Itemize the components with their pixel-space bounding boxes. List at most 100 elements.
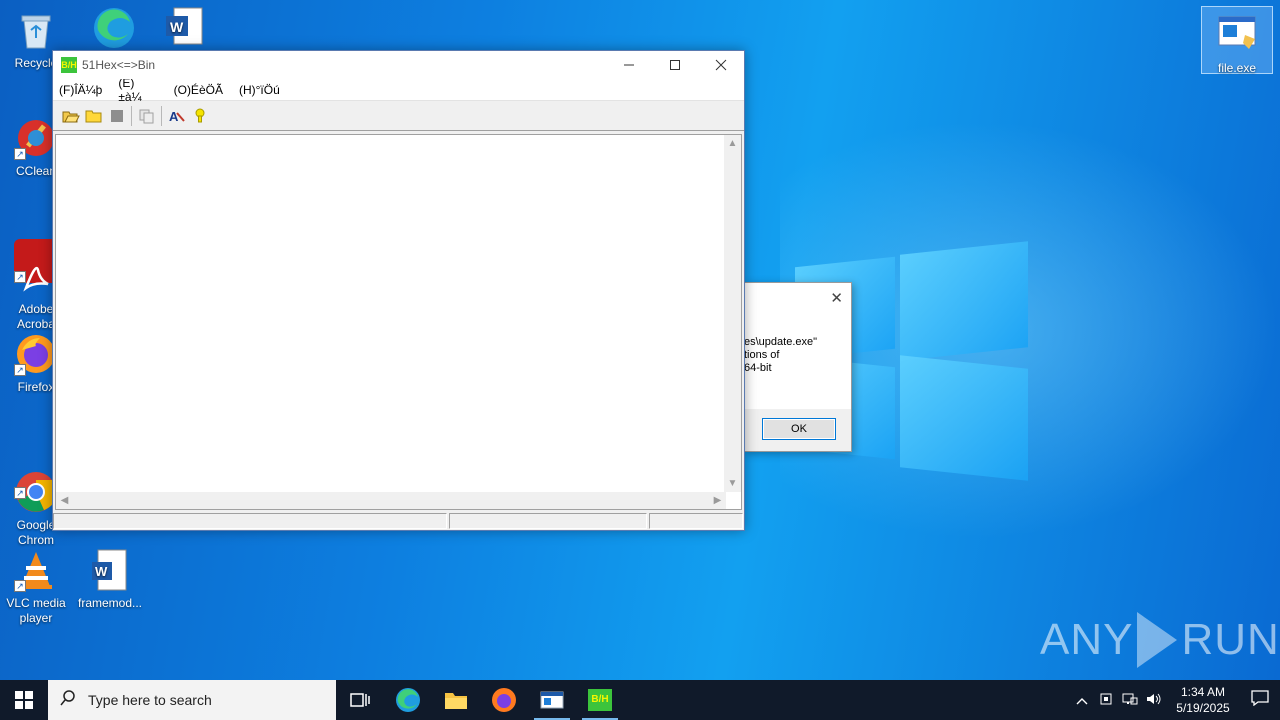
copy-icon [139,109,153,123]
menu-options[interactable]: (O)ÉèÖÃ [174,83,231,97]
task-view-button[interactable] [336,680,384,720]
ok-button[interactable]: OK [762,418,836,440]
menu-help[interactable]: (H)°ïÖú [239,83,288,97]
close-icon[interactable]: ✕ [830,289,843,307]
toolbar-separator [161,105,162,126]
message-box-dialog: ✕ es\update.exe" tions of 64-bit OK [744,282,852,452]
toolbar-separator [131,105,132,126]
open-button[interactable] [59,105,82,127]
anyrun-watermark: ANY RUN [1040,612,1280,668]
svg-text:W: W [170,19,184,35]
play-icon [1137,612,1178,668]
message-box-footer: OK [744,409,851,451]
word-icon: W [162,4,206,48]
copy-button[interactable] [135,105,158,127]
help-icon [195,108,204,122]
desktop-icon-edge[interactable] [76,4,148,52]
firefox-icon [492,688,516,712]
open-icon [62,111,80,122]
toolbar: A [53,101,744,131]
status-pane [449,513,647,529]
menu-edit[interactable]: (E)±à¼­ [118,76,165,104]
watermark-left: ANY [1040,615,1134,664]
recycle-bin-icon [14,8,58,52]
taskbar-firefox[interactable] [480,680,528,720]
shortcut-arrow-icon: ↗ [14,580,26,592]
search-icon [60,689,82,711]
clock-date: 5/19/2025 [1176,701,1230,715]
status-pane [53,513,447,529]
status-pane [649,513,743,529]
task-view-icon [350,693,370,707]
clock-time: 1:34 AM [1180,685,1226,699]
taskbar-edge[interactable] [384,680,432,720]
taskbar-51hex[interactable]: B/H [576,680,624,720]
message-line: 64-bit [744,362,772,374]
taskbar: Type here to search B/H 1:34 AM 5/19/202… [0,680,1280,720]
vlc-icon: ↗ [14,548,58,592]
shortcut-arrow-icon: ↗ [14,487,26,499]
vertical-scrollbar[interactable]: ▲ ▼ [724,135,741,492]
about-icon: A [169,109,185,124]
maximize-button[interactable] [652,51,698,79]
shortcut-arrow-icon: ↗ [14,148,26,160]
word-doc-icon: W [88,548,132,592]
desktop: Recycle W ↗ CClean ↗ Adobe Acroba ↗ Fire… [0,0,1280,680]
device-icon[interactable] [1094,692,1118,709]
edge-icon [90,4,134,48]
message-line: tions of [744,349,780,361]
scroll-right-icon[interactable]: ▶ [709,492,726,509]
title-bar[interactable]: B/H 51Hex<=>Bin [53,51,744,79]
stop-button[interactable] [105,105,128,127]
windows-start-icon [15,691,33,709]
folder-icon [445,693,467,709]
svg-text:W: W [95,564,108,579]
app-window: B/H 51Hex<=>Bin (F)ÎÄ¼þ (E)±à¼­ (O)ÉèÖÃ … [52,50,745,531]
search-box[interactable]: Type here to search [48,680,336,720]
window-app-icon [540,691,564,709]
notification-icon [1251,690,1269,707]
desktop-icon-label: framemod... [77,596,143,610]
notification-button[interactable] [1240,690,1280,710]
taskbar-file-explorer[interactable] [432,680,480,720]
clock[interactable]: 1:34 AM 5/19/2025 [1166,684,1240,716]
message-text: es\update.exe" tions of 64-bit [744,336,817,375]
scroll-down-icon[interactable]: ▼ [724,475,741,492]
close-button[interactable] [698,51,744,79]
app-icon: B/H [61,57,77,73]
svg-text:A: A [169,109,179,124]
desktop-icon-word[interactable]: W [148,4,220,52]
system-tray: 1:34 AM 5/19/2025 [1070,680,1280,720]
message-line: es\update.exe" [744,336,818,348]
network-icon[interactable] [1118,692,1142,709]
desktop-icon-label: VLC media player [6,596,66,625]
horizontal-scrollbar[interactable]: ◀ ▶ [56,492,726,509]
editor-area[interactable]: ▲ ▼ ◀ ▶ [55,134,742,510]
scroll-up-icon[interactable]: ▲ [724,135,741,152]
menu-file[interactable]: (F)ÎÄ¼þ [59,83,110,97]
close-icon [715,59,727,71]
desktop-icon-label: file.exe [1217,61,1257,75]
about-button[interactable]: A [165,105,188,127]
chevron-up-icon[interactable] [1070,693,1094,708]
search-placeholder: Type here to search [88,692,212,708]
minimize-button[interactable] [606,51,652,79]
taskbar-app-window[interactable] [528,680,576,720]
help-button[interactable] [188,105,211,127]
app-icon: B/H [588,689,612,711]
folder-button[interactable] [82,105,105,127]
maximize-icon [670,60,680,70]
scroll-left-icon[interactable]: ◀ [56,492,73,509]
shortcut-arrow-icon: ↗ [14,364,26,376]
shortcut-arrow-icon: ↗ [14,271,26,283]
start-button[interactable] [0,680,48,720]
volume-icon[interactable] [1142,692,1166,709]
folder-icon [85,110,101,122]
desktop-icon-file-exe[interactable]: file.exe [1201,6,1273,75]
desktop-icon-framemod[interactable]: W framemod... [74,548,146,611]
status-bar [53,512,744,530]
stop-icon [110,109,123,122]
desktop-icon-vlc[interactable]: ↗ VLC media player [0,548,72,626]
watermark-right: RUN [1181,615,1280,664]
window-title: 51Hex<=>Bin [82,58,156,72]
